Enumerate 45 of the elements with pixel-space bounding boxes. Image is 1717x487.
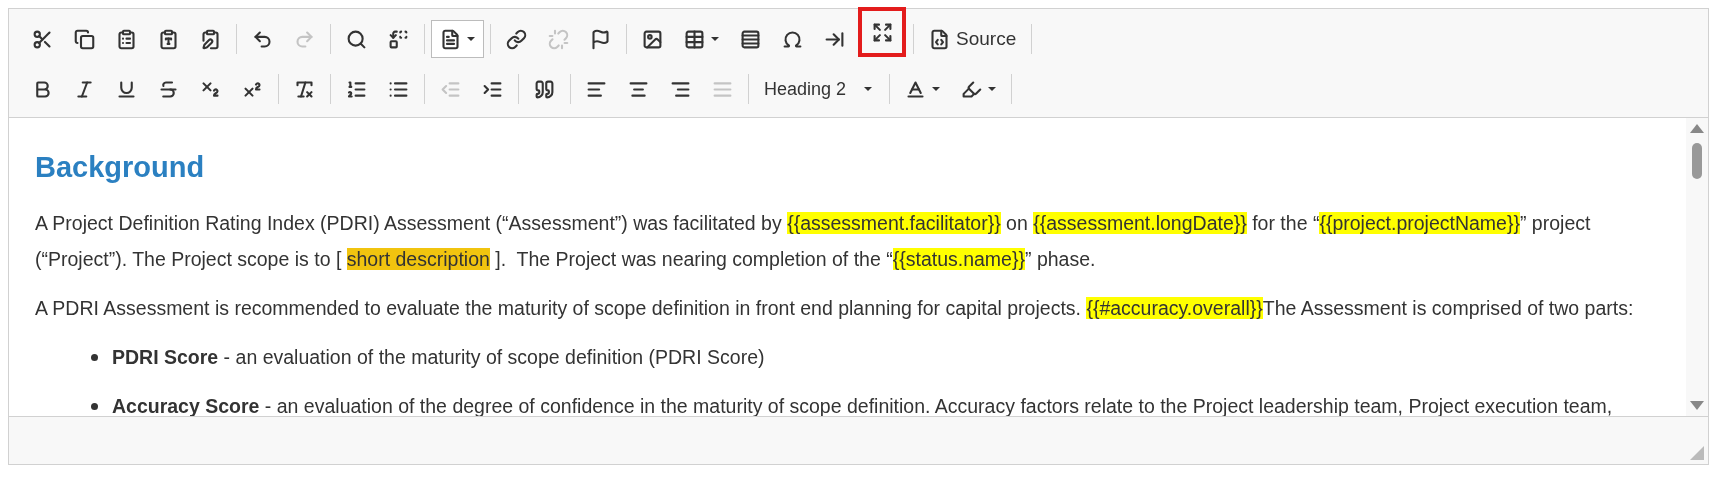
clipboard-text-icon (158, 28, 179, 50)
strikethrough-icon (158, 78, 179, 100)
undo-icon (252, 28, 273, 50)
clipboard-icon (116, 28, 137, 50)
caret-icon (711, 37, 719, 41)
caret-icon (864, 87, 872, 91)
format-dropdown[interactable]: Heading 2 (755, 71, 883, 107)
scroll-up-icon[interactable] (1690, 124, 1704, 133)
list-item: PDRI Score - an evaluation of the maturity of scope definition (PDRI Score) (112, 345, 765, 370)
clipboard-pen-icon (200, 28, 221, 50)
image-icon (642, 28, 663, 50)
scroll-down-icon[interactable] (1690, 401, 1704, 410)
source-button[interactable]: Source (920, 20, 1026, 58)
numbered-list-icon (346, 78, 367, 100)
quote-icon (534, 78, 555, 100)
paragraph: A Project Definition Rating Index (PDRI) Assessment (“Assessment”) was facilitated by {{assessment.facilitator}} on {{assessment.longDate}} for the “{{project.projectName}}” project (“Project”). The Project scope is to [ short description ]. The Project was nearing completion of the “{{status.name}}” phase. (35, 211, 1592, 272)
highlighter-icon (961, 78, 982, 100)
unlink-icon (548, 28, 569, 50)
replace-icon (388, 28, 409, 50)
redo-icon (294, 28, 315, 50)
remove-format-icon (294, 78, 315, 100)
resize-grip-icon[interactable] (1690, 446, 1704, 460)
bullet-icon (91, 353, 98, 361)
scissors-icon (32, 28, 53, 50)
caret-icon (932, 87, 940, 91)
code-file-icon (929, 28, 950, 50)
scroll-thumb[interactable] (1692, 143, 1702, 179)
flag-icon (590, 28, 611, 50)
link-icon (506, 28, 527, 50)
maximize-icon (871, 21, 893, 43)
bullet-icon (91, 402, 98, 410)
templates-button[interactable] (431, 20, 484, 58)
maximize-button[interactable] (857, 6, 907, 58)
scrollbar[interactable] (1686, 118, 1708, 416)
omega-icon (782, 28, 803, 50)
text-color-icon (905, 78, 926, 100)
search-icon (346, 28, 367, 50)
caret-icon (988, 87, 996, 91)
horizontal-lines-icon (740, 28, 761, 50)
document-icon (440, 28, 461, 50)
table-icon (684, 28, 705, 50)
section-heading: Background (35, 150, 206, 185)
italic-icon (74, 78, 95, 100)
copy-icon (74, 28, 95, 50)
caret-icon (467, 37, 475, 41)
